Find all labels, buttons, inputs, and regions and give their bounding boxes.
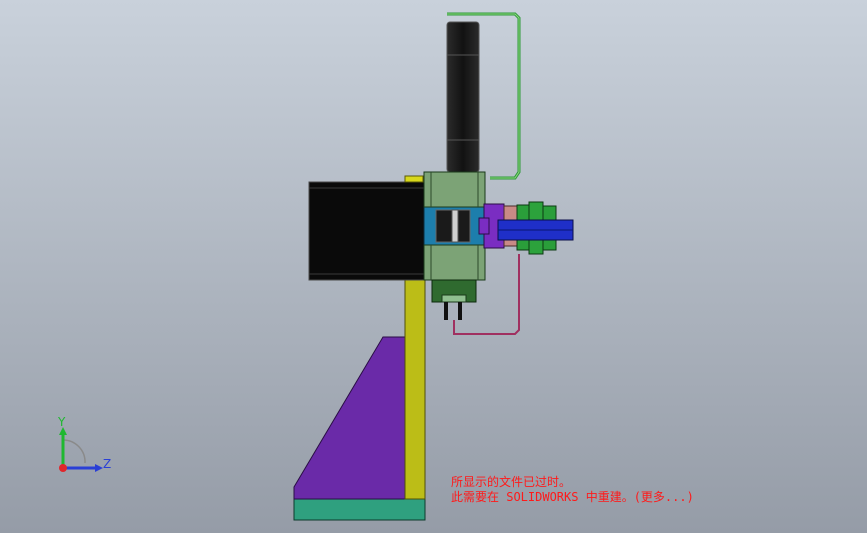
more-link[interactable]: (更多...): [634, 490, 694, 504]
model-view[interactable]: [0, 0, 867, 533]
coupling-ring: [451, 209, 459, 243]
graphics-area[interactable]: Y Z 所显示的文件已过时。 此需要在 SOLIDWORKS 中重建。(更多..…: [0, 0, 867, 533]
housing-bottom[interactable]: [423, 244, 486, 281]
connector-pins: [441, 294, 467, 303]
drive-wheel[interactable]: [446, 21, 480, 173]
base-plate[interactable]: [293, 498, 426, 521]
axis-z-label: Z: [103, 457, 112, 471]
flange-purple-step: [478, 217, 490, 235]
warning-line-2: 此需要在 SOLIDWORKS 中重建。(更多...): [451, 490, 694, 505]
connector-leg-left: [444, 302, 448, 320]
mount-tab[interactable]: [404, 175, 424, 183]
support-column[interactable]: [404, 279, 426, 500]
triad-rotation-arc: [62, 439, 86, 464]
coordinate-triad: [59, 427, 103, 472]
axis-x-dot: [59, 464, 67, 472]
axis-z-arrow: [95, 464, 103, 472]
warning-line-2-text: 此需要在 SOLIDWORKS 中重建。: [451, 490, 634, 504]
motor-body[interactable]: [308, 181, 425, 281]
rebuild-warning: 所显示的文件已过时。 此需要在 SOLIDWORKS 中重建。(更多...): [451, 475, 694, 505]
housing-top[interactable]: [423, 171, 486, 208]
axis-y-label: Y: [58, 415, 66, 429]
connector-leg-right: [458, 302, 462, 320]
warning-line-1: 所显示的文件已过时。: [451, 475, 572, 489]
